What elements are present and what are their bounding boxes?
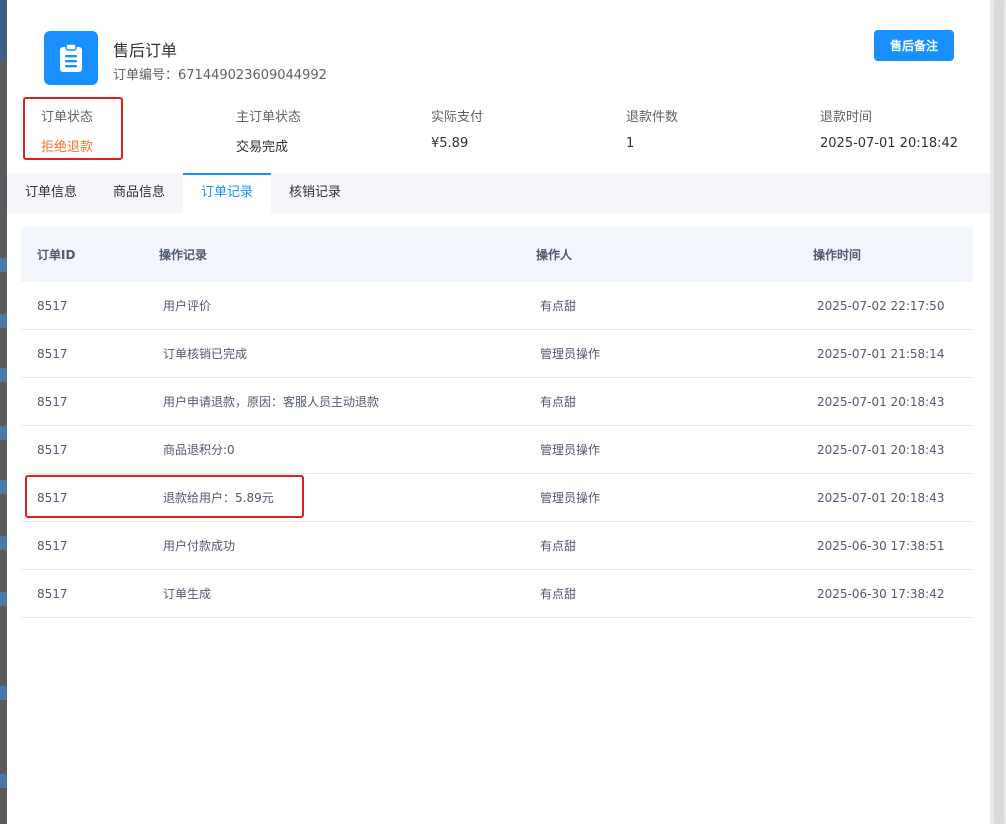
cell-time: 2025-06-30 17:38:51 [817,538,945,553]
background-link-mark [0,686,7,700]
cell-order-id: 8517 [37,346,68,361]
tab-verification-records[interactable]: 核销记录 [271,173,359,213]
background-link-mark [0,426,7,440]
cell-operation: 用户评价 [163,299,212,313]
cell-operator: 管理员操作 [540,347,601,361]
cell-operator: 有点甜 [540,539,577,553]
cell-order-id: 8517 [37,394,68,409]
order-records-table: 订单ID 操作记录 操作人 操作时间 8517 用户评价 有点甜 2025-07… [21,227,973,618]
summary-order-status: 订单状态 拒绝退款 [41,106,93,155]
summary-value: 交易完成 [236,140,289,155]
summary-label: 主订单状态 [236,110,302,125]
cell-operator: 有点甜 [540,299,577,313]
column-header-operator[interactable]: 操作人 [520,246,797,263]
scrollbar-thumb[interactable] [994,0,1004,824]
cell-time: 2025-07-01 21:58:14 [817,346,945,361]
summary-label: 订单状态 [41,110,94,125]
column-header-operation[interactable]: 操作记录 [143,246,520,263]
cell-time: 2025-07-02 22:17:50 [817,298,945,313]
column-header-time[interactable]: 操作时间 [797,246,973,263]
tab-product-info[interactable]: 商品信息 [95,173,183,213]
cell-order-id: 8517 [37,586,68,601]
table-row: 8517 用户评价 有点甜 2025-07-02 22:17:50 [21,282,973,330]
cell-order-id: 8517 [37,490,68,505]
cell-order-id: 8517 [37,442,68,457]
cell-time: 2025-06-30 17:38:42 [817,586,945,601]
cell-operation: 用户申请退款，原因：客服人员主动退款 [163,395,380,409]
order-number-label: 订单编号： [113,68,179,83]
summary-label: 退款件数 [626,110,679,125]
cell-time: 2025-07-01 20:18:43 [817,490,945,505]
table-header: 订单ID 操作记录 操作人 操作时间 [21,227,973,282]
cell-operation: 商品退积分:0 [163,443,235,457]
summary-actual-payment: 实际支付 ¥5.89 [431,106,483,151]
cell-operation: 订单生成 [163,587,212,601]
cell-time: 2025-07-01 20:18:43 [817,394,945,409]
cell-operator: 有点甜 [540,587,577,601]
summary-refund-time: 退款时间 2025-07-01 20:18:42 [820,106,958,151]
cell-operator: 管理员操作 [540,443,601,457]
page-title: 售后订单 [113,41,178,60]
cell-order-id: 8517 [37,538,68,553]
table-row: 8517 退款给用户：5.89元 管理员操作 2025-07-01 20:18:… [21,474,973,522]
background-link-mark [0,774,7,788]
background-link-mark [0,314,7,328]
tab-order-info[interactable]: 订单信息 [7,173,95,213]
tab-order-records[interactable]: 订单记录 [183,173,272,213]
background-page-left [0,0,7,824]
cell-operation: 退款给用户：5.89元 [163,491,274,505]
tab-bar: 订单信息 商品信息 订单记录 核销记录 [7,173,990,213]
summary-label: 实际支付 [431,110,484,125]
summary-refund-count: 退款件数 1 [626,106,678,151]
background-link-mark [0,480,7,494]
summary-value: ¥5.89 [431,136,469,151]
status-badge: 拒绝退款 [41,140,94,155]
scrollbar[interactable] [990,0,1006,824]
summary-main-order-status: 主订单状态 交易完成 [236,106,301,155]
after-sale-remark-button[interactable]: 售后备注 [874,30,954,61]
clipboard-icon [44,31,98,85]
background-link-mark [0,368,7,382]
cell-order-id: 8517 [37,298,68,313]
table-row: 8517 用户付款成功 有点甜 2025-06-30 17:38:51 [21,522,973,570]
order-number: 订单编号：671449023609044992 [113,64,327,83]
order-number-value: 671449023609044992 [178,68,327,83]
background-link-mark [0,592,7,606]
background-link-mark [0,258,7,272]
after-sale-order-panel: 售后订单 订单编号：671449023609044992 售后备注 订单状态 拒… [7,0,990,824]
background-header-strip [0,0,7,62]
cell-operator: 管理员操作 [540,491,601,505]
table-row: 8517 订单生成 有点甜 2025-06-30 17:38:42 [21,570,973,618]
column-header-order-id[interactable]: 订单ID [21,246,143,263]
summary-label: 退款时间 [820,110,873,125]
table-row: 8517 用户申请退款，原因：客服人员主动退款 有点甜 2025-07-01 2… [21,378,973,426]
table-row: 8517 商品退积分:0 管理员操作 2025-07-01 20:18:43 [21,426,973,474]
summary-value: 1 [626,136,635,151]
summary-value: 2025-07-01 20:18:42 [820,136,959,151]
table-row: 8517 订单核销已完成 管理员操作 2025-07-01 21:58:14 [21,330,973,378]
cell-operation: 订单核销已完成 [163,347,248,361]
cell-operation: 用户付款成功 [163,539,236,553]
order-summary: 订单状态 拒绝退款 主订单状态 交易完成 实际支付 ¥5.89 退款件数 1 退… [7,106,990,162]
cell-time: 2025-07-01 20:18:43 [817,442,945,457]
cell-operator: 有点甜 [540,395,577,409]
background-link-mark [0,536,7,550]
